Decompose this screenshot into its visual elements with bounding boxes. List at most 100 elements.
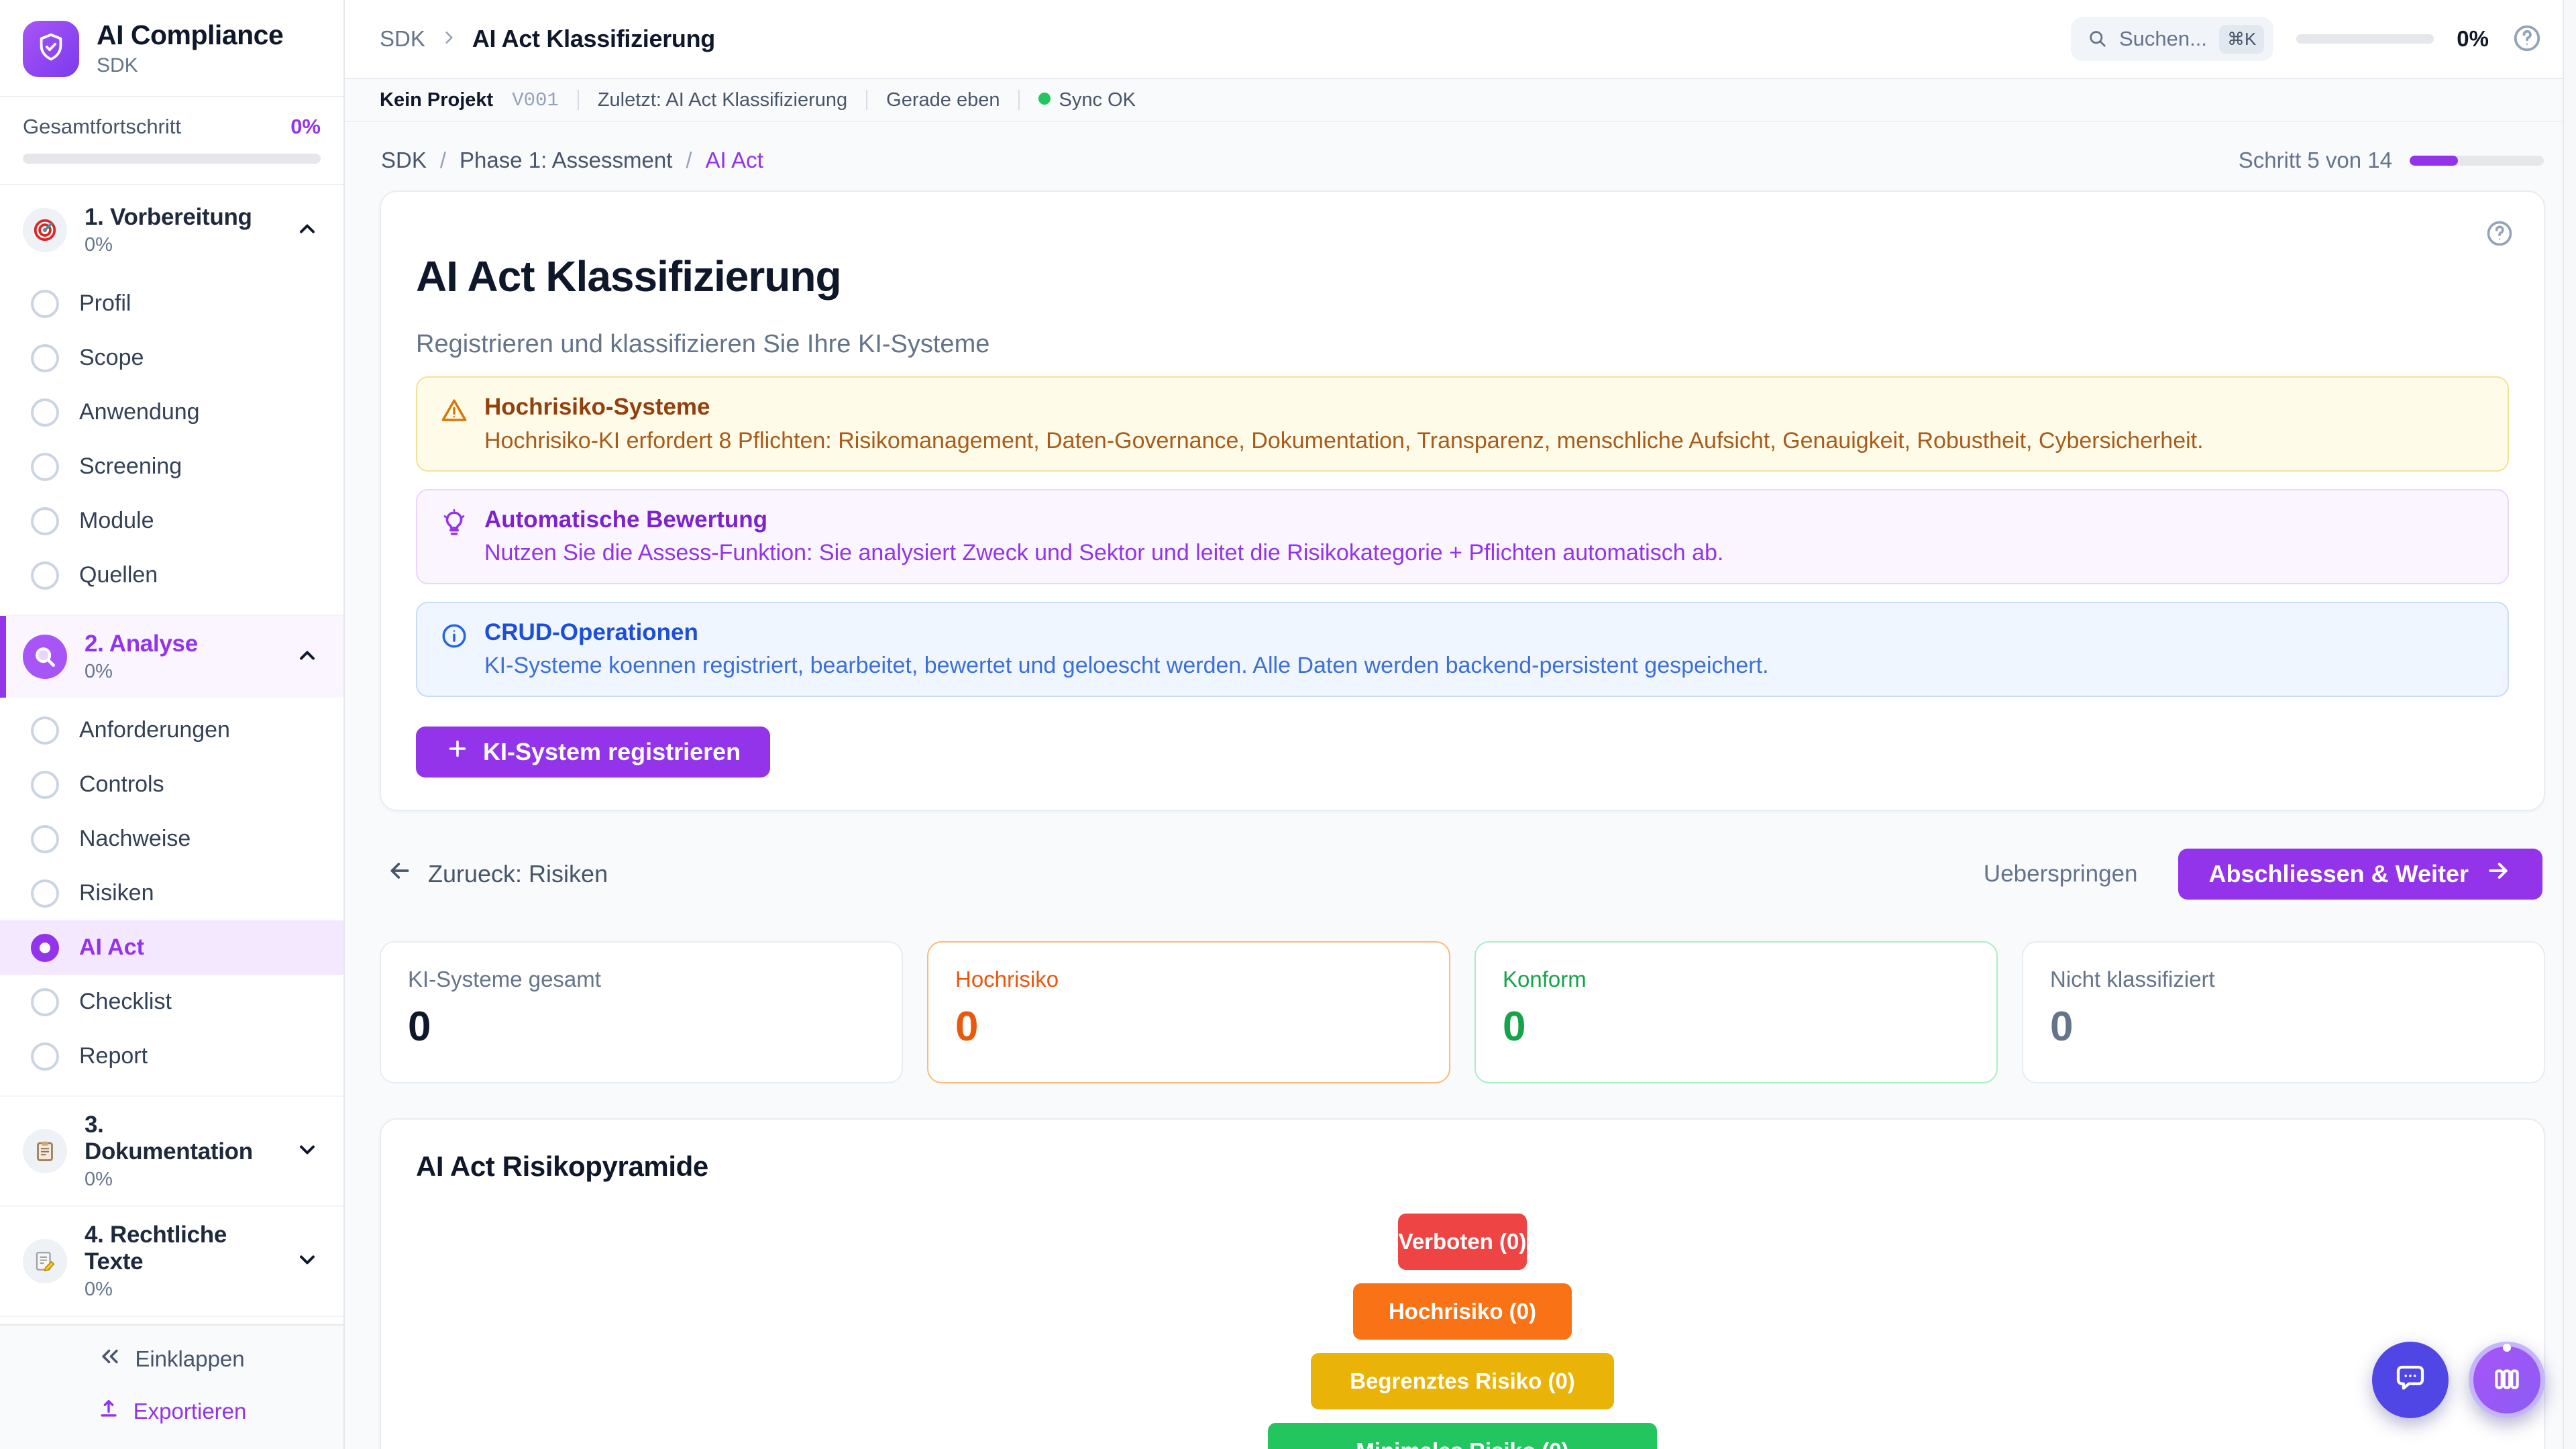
- divider: [1018, 90, 1020, 110]
- sidebar-item-label: Report: [79, 1043, 148, 1069]
- section-header-dokumentation[interactable]: 3. Dokumentation 0%: [0, 1097, 343, 1205]
- callout-body: Hochrisiko-KI erfordert 8 Pflichten: Ris…: [484, 426, 2204, 455]
- sidebar-item-scope[interactable]: Scope: [0, 331, 343, 385]
- crumb-sdk[interactable]: SDK: [381, 148, 427, 173]
- section-rechtliche-texte: 4. Rechtliche Texte 0%: [0, 1207, 343, 1317]
- radio-icon: [31, 716, 59, 745]
- register-ki-system-button[interactable]: KI-System registrieren: [416, 727, 770, 777]
- register-button-label: KI-System registrieren: [483, 738, 741, 766]
- pyramid-level-begrenztes-risiko: Begrenztes Risiko (0): [1311, 1353, 1614, 1409]
- sidebar-item-report[interactable]: Report: [0, 1029, 343, 1083]
- back-button[interactable]: Zurueck: Risiken: [382, 857, 612, 891]
- stat-label: KI-Systeme gesamt: [408, 967, 875, 992]
- section-progress: 0%: [85, 661, 278, 683]
- upload-icon: [97, 1397, 120, 1426]
- sidebar-item-screening[interactable]: Screening: [0, 439, 343, 494]
- collapse-sidebar-button[interactable]: Einklappen: [95, 1344, 248, 1374]
- divider: [866, 90, 867, 110]
- stat-hochrisiko: Hochrisiko 0: [927, 941, 1450, 1083]
- sidebar-item-label: Controls: [79, 771, 164, 798]
- sidebar-item-anwendung[interactable]: Anwendung: [0, 385, 343, 439]
- app-subtitle: SDK: [97, 54, 283, 77]
- section-progress: 0%: [85, 1279, 278, 1301]
- chevron-down-icon: [295, 1138, 319, 1165]
- skip-button[interactable]: Ueberspringen: [1980, 860, 2142, 888]
- sidebar-item-profil[interactable]: Profil: [0, 276, 343, 331]
- sidebar-item-label: Checklist: [79, 989, 172, 1015]
- search-shortcut-badge: ⌘K: [2219, 25, 2264, 54]
- statusbar: Kein Projekt V001 Zuletzt: AI Act Klassi…: [345, 79, 2563, 122]
- arrow-left-icon: [386, 857, 413, 890]
- card-help-button[interactable]: [2485, 219, 2514, 250]
- sidebar-item-label: AI Act: [79, 934, 144, 961]
- search-input[interactable]: Suchen... ⌘K: [2071, 17, 2273, 61]
- section-progress: 0%: [85, 1169, 278, 1191]
- scrollbar[interactable]: [2563, 0, 2576, 1449]
- sidebar-item-label: Module: [79, 508, 154, 534]
- sidebar: AI Compliance SDK Gesamtfortschritt 0% 1…: [0, 0, 345, 1449]
- sidebar-item-label: Quellen: [79, 562, 158, 588]
- chat-fab-button[interactable]: [2372, 1342, 2449, 1418]
- version-badge: V001: [512, 89, 559, 111]
- overall-progress-label: Gesamtfortschritt: [23, 115, 181, 139]
- apps-fab-button[interactable]: [2469, 1342, 2545, 1418]
- overall-progress-value: 0%: [290, 115, 321, 139]
- wizard-nav-row: Zurueck: Risiken Ueberspringen Abschlies…: [380, 849, 2545, 900]
- sidebar-item-module[interactable]: Module: [0, 494, 343, 548]
- breadcrumb-root[interactable]: SDK: [380, 26, 425, 52]
- chevron-right-icon: [440, 29, 458, 50]
- callout-title: CRUD-Operationen: [484, 618, 1769, 647]
- finish-next-button[interactable]: Abschliessen & Weiter: [2178, 849, 2542, 900]
- section-items-vorbereitung: ProfilScopeAnwendungScreening Module Quell…: [0, 271, 343, 614]
- radio-icon: [31, 507, 59, 535]
- overall-progress-bar: [23, 154, 321, 164]
- search-icon: [2087, 28, 2107, 50]
- section-header-betrieb[interactable]: ⚙ 5. Betrieb 0%: [0, 1317, 343, 1324]
- export-button[interactable]: Exportieren: [93, 1397, 251, 1426]
- sync-status: Sync OK: [1038, 89, 1135, 111]
- sidebar-item-nachweise[interactable]: Nachweise: [0, 812, 343, 866]
- stat-label: Konform: [1503, 967, 1970, 992]
- stats-row: KI-Systeme gesamt 0 Hochrisiko 0 Konform…: [380, 941, 2545, 1083]
- section-title: 3. Dokumentation: [85, 1112, 253, 1165]
- sidebar-item-checklist[interactable]: Checklist: [0, 975, 343, 1029]
- clipboard-icon: [23, 1129, 67, 1173]
- floating-buttons: [2372, 1342, 2545, 1418]
- sidebar-item-risiken[interactable]: Risiken: [0, 866, 343, 920]
- overall-progress: Gesamtfortschritt 0%: [0, 97, 343, 185]
- section-header-rechtliche-texte[interactable]: 4. Rechtliche Texte 0%: [0, 1207, 343, 1316]
- stat-ki-systeme-gesamt: KI-Systeme gesamt 0: [380, 941, 903, 1083]
- stat-value: 0: [408, 1003, 875, 1051]
- topbar-progress-bar: [2296, 34, 2434, 44]
- topbar-progress-value: 0%: [2457, 26, 2489, 52]
- crumb-phase[interactable]: Phase 1: Assessment: [460, 148, 672, 173]
- breadcrumb-current: AI Act Klassifizierung: [472, 25, 715, 53]
- radio-icon: [31, 290, 59, 318]
- next-label: Abschliessen & Weiter: [2209, 860, 2469, 888]
- risk-pyramid: Verboten (0)Hochrisiko (0)Begrenztes Ris…: [416, 1214, 2509, 1449]
- page-breadcrumb-row: SDK / Phase 1: Assessment / AI Act Schri…: [380, 138, 2545, 182]
- stat-nicht-klassifiziert: Nicht klassifiziert 0: [2022, 941, 2545, 1083]
- section-items-analyse: Anforderungen Controls Nachweise Risiken AI …: [0, 698, 343, 1095]
- section-header-analyse[interactable]: 2. Analyse 0%: [0, 616, 343, 698]
- sync-label: Sync OK: [1059, 89, 1135, 111]
- sidebar-item-quellen[interactable]: Quellen: [0, 548, 343, 602]
- pyramid-title: AI Act Risikopyramide: [416, 1150, 2509, 1183]
- stat-konform: Konform 0: [1474, 941, 1998, 1083]
- magnifier-icon: [23, 635, 67, 679]
- page-breadcrumb: SDK / Phase 1: Assessment / AI Act: [381, 148, 763, 173]
- sync-ok-dot: [1038, 93, 1051, 105]
- sidebar-item-controls[interactable]: Controls: [0, 757, 343, 812]
- step-label: Schritt 5 von 14: [2239, 148, 2392, 173]
- search-placeholder: Suchen...: [2119, 27, 2207, 51]
- section-dokumentation: 3. Dokumentation 0%: [0, 1097, 343, 1207]
- section-header-vorbereitung[interactable]: 1. Vorbereitung 0%: [0, 189, 343, 271]
- topbar-breadcrumb: SDK AI Act Klassifizierung: [380, 25, 2071, 53]
- help-button[interactable]: [2512, 23, 2542, 56]
- sidebar-item-ai-act[interactable]: AI Act: [0, 920, 343, 975]
- sidebar-item-label: Risiken: [79, 880, 154, 906]
- radio-icon: [31, 879, 59, 908]
- section-title: 2. Analyse: [85, 631, 198, 657]
- sidebar-item-anforderungen[interactable]: Anforderungen: [0, 703, 343, 757]
- pyramid-level-verboten: Verboten (0): [1398, 1214, 1527, 1270]
